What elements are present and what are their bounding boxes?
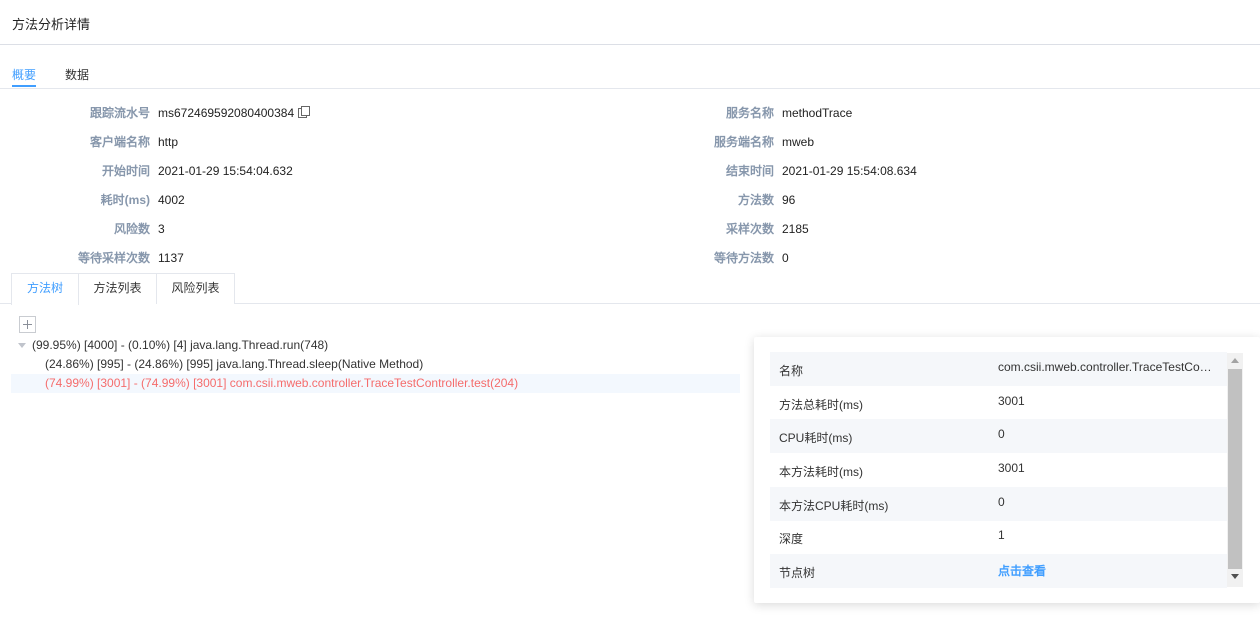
detail-key: 名称	[779, 364, 804, 378]
info-trace-id-label-wrap: 跟踪流水号	[10, 103, 150, 123]
tree-node-selected[interactable]: (74.99%) [3001] - (74.99%) [3001] com.cs…	[11, 374, 740, 393]
detail-scrollbar[interactable]	[1227, 353, 1243, 587]
tree-node-sleep[interactable]: (24.86%) [995] - (24.86%) [995] java.lan…	[11, 355, 740, 374]
view-node-tree-link[interactable]: 点击查看	[998, 562, 1218, 579]
client-name-value: http	[158, 135, 179, 149]
tab-data[interactable]: 数据	[65, 66, 89, 83]
service-name-label: 服务名称	[725, 106, 774, 120]
scrollbar-thumb[interactable]	[1228, 369, 1242, 569]
end-time-label: 结束时间	[725, 164, 774, 178]
detail-value: 0	[998, 495, 1005, 509]
sample-count-value: 2185	[782, 222, 809, 236]
tree-node-text: (74.99%) [3001] - (74.99%) [3001] com.cs…	[45, 376, 519, 390]
detail-key: 本方法耗时(ms)	[779, 465, 863, 479]
trace-id-value: ms672469592080400384	[158, 106, 295, 120]
tree-node-text: (24.86%) [995] - (24.86%) [995] java.lan…	[45, 357, 424, 371]
detail-row-depth: 深度 1	[770, 520, 1227, 554]
caret-down-icon[interactable]	[18, 343, 26, 348]
expand-all-button[interactable]	[19, 316, 36, 333]
scroll-up-arrow-icon[interactable]	[1231, 358, 1239, 363]
detail-key: 本方法CPU耗时(ms)	[779, 499, 889, 513]
detail-key: CPU耗时(ms)	[779, 431, 853, 445]
risk-count-label: 风险数	[113, 222, 150, 236]
detail-row-cpu-time: CPU耗时(ms) 0	[770, 419, 1227, 453]
trace-id-label: 跟踪流水号	[89, 106, 150, 120]
wait-method-count-value: 0	[782, 251, 789, 265]
start-time-label: 开始时间	[101, 164, 150, 178]
method-detail-panel: 名称 com.csii.mweb.controller.TraceTestCon…	[754, 337, 1260, 603]
wait-sample-count-value: 1137	[158, 251, 184, 265]
service-name-value: methodTrace	[782, 106, 853, 120]
method-count-label: 方法数	[737, 193, 774, 207]
duration-value: 4002	[158, 193, 185, 207]
detail-value: 0	[998, 427, 1005, 441]
wait-sample-count-label: 等待采样次数	[77, 251, 150, 265]
detail-row-node-tree: 节点树 点击查看	[770, 554, 1227, 588]
start-time-value: 2021-01-29 15:54:04.632	[158, 164, 293, 178]
detail-value: 3001	[998, 394, 1025, 408]
detail-value: 1	[998, 528, 1005, 542]
tab-method-tree[interactable]: 方法树	[11, 273, 79, 305]
active-tab-indicator	[12, 85, 36, 87]
detail-key: 节点树	[779, 566, 816, 580]
sample-count-label: 采样次数	[725, 222, 774, 236]
page-header: 方法分析详情	[0, 0, 1260, 45]
top-tabs: 概要 数据	[0, 45, 1260, 89]
risk-count-value: 3	[158, 222, 165, 236]
client-name-label: 客户端名称	[89, 135, 150, 149]
sub-tabs: 方法树 方法列表 风险列表	[0, 273, 1260, 305]
tab-risk-list[interactable]: 风险列表	[156, 273, 235, 304]
detail-row-self-time: 本方法耗时(ms) 3001	[770, 453, 1227, 487]
detail-key: 深度	[779, 532, 804, 546]
tab-method-list[interactable]: 方法列表	[78, 273, 157, 304]
detail-row-self-cpu-time: 本方法CPU耗时(ms) 0	[770, 487, 1227, 521]
server-name-label: 服务端名称	[713, 135, 774, 149]
duration-label: 耗时(ms)	[100, 193, 150, 207]
method-count-value: 96	[782, 193, 796, 207]
detail-value: com.csii.mweb.controller.TraceTestContro…	[998, 360, 1218, 374]
server-name-value: mweb	[782, 135, 815, 149]
detail-key: 方法总耗时(ms)	[779, 398, 863, 412]
wait-method-count-label: 等待方法数	[713, 251, 774, 265]
detail-row-total-time: 方法总耗时(ms) 3001	[770, 386, 1227, 420]
copy-icon[interactable]	[298, 106, 311, 118]
end-time-value: 2021-01-29 15:54:08.634	[782, 164, 917, 178]
page-title: 方法分析详情	[12, 17, 91, 32]
detail-value: 3001	[998, 461, 1025, 475]
tree-node-root[interactable]: (99.95%) [4000] - (0.10%) [4] java.lang.…	[11, 336, 740, 355]
method-detail-table: 名称 com.csii.mweb.controller.TraceTestCon…	[770, 352, 1227, 588]
tree-node-text: (99.95%) [4000] - (0.10%) [4] java.lang.…	[32, 338, 329, 352]
detail-row-name: 名称 com.csii.mweb.controller.TraceTestCon…	[770, 352, 1227, 386]
scroll-down-arrow-icon[interactable]	[1231, 574, 1239, 579]
tab-overview[interactable]: 概要	[12, 66, 36, 83]
